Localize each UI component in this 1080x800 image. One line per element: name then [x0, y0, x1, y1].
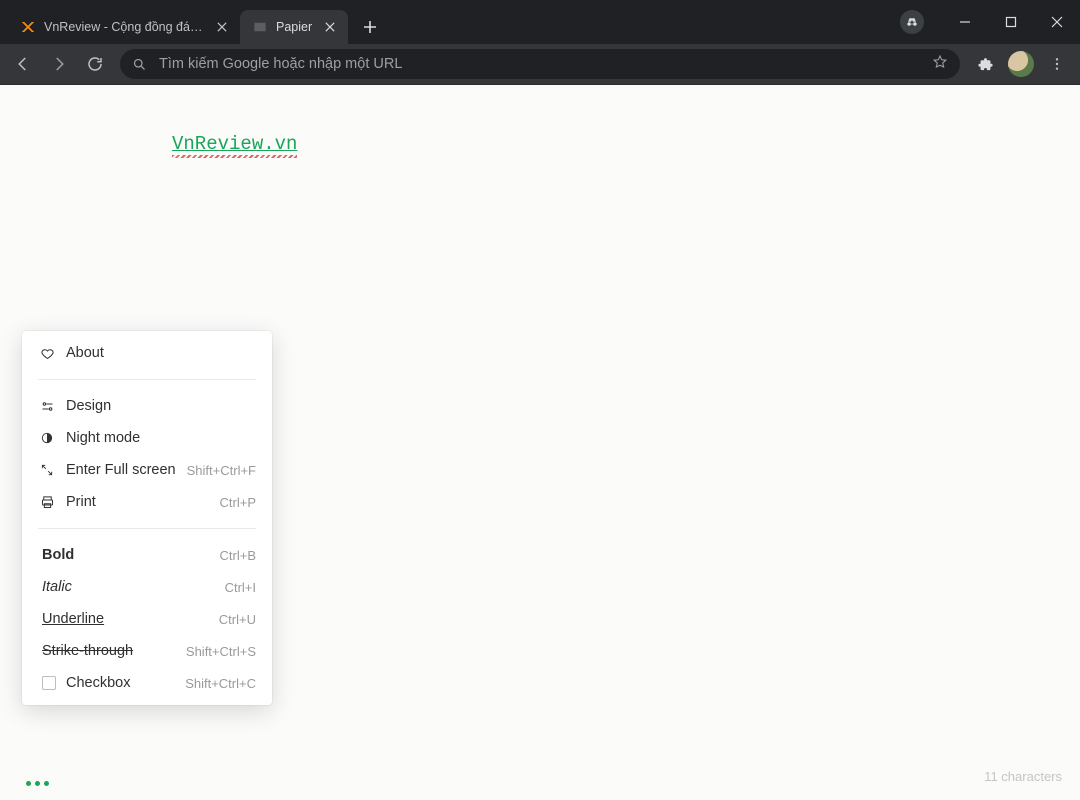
reload-button[interactable] — [78, 47, 112, 81]
menu-strike-through[interactable]: Strike-through Shift+Ctrl+S — [22, 635, 272, 667]
tab-title: VnReview - Cộng đồng đánh giá… — [44, 20, 204, 34]
profile-avatar[interactable] — [1008, 51, 1034, 77]
printer-icon — [38, 495, 56, 510]
menu-about[interactable]: About — [22, 337, 272, 369]
menu-shortcut: Ctrl+P — [220, 495, 256, 510]
window-maximize-button[interactable] — [988, 5, 1034, 39]
half-circle-icon — [38, 431, 56, 445]
tab-vnreview[interactable]: VnReview - Cộng đồng đánh giá… — [8, 10, 240, 44]
menu-toggle-button[interactable] — [26, 781, 49, 786]
papier-menu-popup: About Design Night mode Enter Full scree… — [22, 331, 272, 705]
menu-divider — [38, 528, 256, 529]
menu-underline[interactable]: Underline Ctrl+U — [22, 603, 272, 635]
forward-button[interactable] — [42, 47, 76, 81]
menu-label: Print — [66, 494, 220, 510]
tab-strip: VnReview - Cộng đồng đánh giá… Papier — [0, 0, 384, 44]
tab-title: Papier — [276, 20, 312, 34]
window-controls — [900, 0, 1080, 44]
menu-divider — [38, 379, 256, 380]
menu-label: About — [66, 345, 256, 361]
menu-shortcut: Shift+Ctrl+F — [187, 463, 256, 478]
menu-shortcut: Shift+Ctrl+C — [185, 676, 256, 691]
menu-label: Night mode — [66, 430, 256, 446]
menu-print[interactable]: Print Ctrl+P — [22, 486, 272, 518]
vnreview-favicon — [20, 19, 36, 35]
kebab-menu-button[interactable] — [1040, 47, 1074, 81]
search-icon — [132, 57, 147, 72]
menu-shortcut: Ctrl+U — [219, 612, 256, 627]
menu-label: Checkbox — [66, 675, 185, 691]
menu-full-screen[interactable]: Enter Full screen Shift+Ctrl+F — [22, 454, 272, 486]
extensions-button[interactable] — [968, 47, 1002, 81]
menu-design[interactable]: Design — [22, 390, 272, 422]
spellcheck-underline — [172, 155, 297, 158]
new-tab-button[interactable] — [356, 13, 384, 41]
browser-titlebar: VnReview - Cộng đồng đánh giá… Papier — [0, 0, 1080, 44]
menu-label: Design — [66, 398, 256, 414]
back-button[interactable] — [6, 47, 40, 81]
menu-label: Enter Full screen — [66, 462, 187, 478]
papier-favicon — [252, 19, 268, 35]
menu-night-mode[interactable]: Night mode — [22, 422, 272, 454]
menu-checkbox[interactable]: Checkbox Shift+Ctrl+C — [22, 667, 272, 699]
menu-bold[interactable]: Bold Ctrl+B — [22, 539, 272, 571]
menu-shortcut: Ctrl+I — [225, 580, 256, 595]
address-bar[interactable]: Tìm kiếm Google hoặc nhập một URL — [120, 49, 960, 79]
close-icon[interactable] — [214, 19, 230, 35]
close-icon[interactable] — [322, 19, 338, 35]
character-count: 11 characters — [984, 769, 1062, 784]
checkbox-icon — [42, 676, 56, 690]
menu-shortcut: Ctrl+B — [220, 548, 256, 563]
page-content: VnReview.vn About Design Night mode — [0, 84, 1080, 800]
menu-label: Italic — [42, 579, 225, 595]
menu-shortcut: Shift+Ctrl+S — [186, 644, 256, 659]
incognito-icon — [900, 10, 924, 34]
menu-label: Underline — [42, 611, 219, 627]
browser-toolbar: Tìm kiếm Google hoặc nhập một URL — [0, 44, 1080, 84]
window-minimize-button[interactable] — [942, 5, 988, 39]
editor-text-link[interactable]: VnReview.vn — [172, 133, 297, 155]
menu-label: Strike-through — [42, 643, 186, 659]
expand-icon — [38, 463, 56, 477]
bookmark-star-icon[interactable] — [932, 54, 948, 74]
sliders-icon — [38, 399, 56, 414]
tab-papier[interactable]: Papier — [240, 10, 348, 44]
menu-italic[interactable]: Italic Ctrl+I — [22, 571, 272, 603]
window-close-button[interactable] — [1034, 5, 1080, 39]
editor-text: VnReview.vn — [172, 133, 297, 155]
address-bar-placeholder: Tìm kiếm Google hoặc nhập một URL — [159, 56, 932, 72]
heart-icon — [38, 346, 56, 361]
menu-label: Bold — [42, 547, 220, 563]
